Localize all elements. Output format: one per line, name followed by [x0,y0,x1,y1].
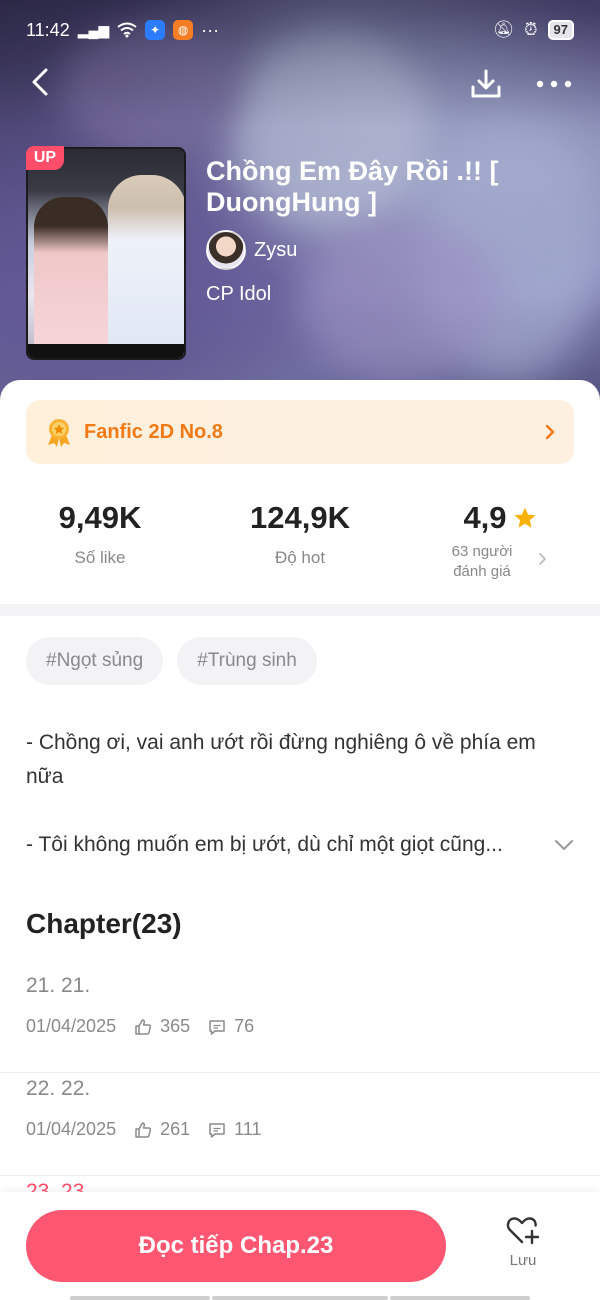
download-icon [471,69,501,98]
alarm-icon: ⏰︎ [524,20,538,39]
likes-value: 9,49K [58,500,142,535]
detail-sheet: Fanfic 2D No.8 9,49K Số like 124,9K Độ h… [0,380,600,1300]
book-title: Chồng Em Đây Rồi .!! [ DuongHung ] [206,156,499,217]
chapter-name: 21. 21. [26,974,91,997]
chapter-date: 01/04/2025 [26,1016,117,1036]
heart-add-icon [506,1217,540,1245]
author-name: Zysu [254,238,298,261]
chapter-comments: 111 [234,1119,262,1139]
thumbs-up-icon [134,1121,152,1139]
thumbs-up-icon [134,1018,152,1036]
medal-icon [48,419,70,447]
chevron-right-icon [545,424,555,440]
hot-label: Độ hot [274,548,326,567]
chapter-heading: Chapter(23) [26,908,182,939]
messenger-icon: ✦ [145,20,166,40]
vibrate-off-icon: 🔕︎ [492,20,515,39]
wifi-icon [117,22,137,38]
description: - Chồng ơi, vai anh ướt rồi đừng nghiêng… [26,726,574,862]
download-button[interactable] [466,64,506,104]
ranking-label: Fanfic 2D No.8 [84,420,223,443]
comment-icon [208,1121,226,1139]
stats-row: 9,49K Số like 124,9K Độ hot 4,9 63 người… [0,480,600,590]
back-button[interactable] [22,64,58,100]
expand-chevron-icon[interactable] [554,839,574,851]
chapter-likes: 261 [160,1119,191,1139]
book-cover[interactable] [26,147,186,360]
chapter-name: 22. 22. [26,1077,91,1100]
nav-gesture-bar [70,1296,210,1300]
tag-list: #Ngọt sủng #Trùng sinh [26,637,317,685]
tag-chip[interactable]: #Trùng sinh [177,637,317,685]
chapter-date: 01/04/2025 [26,1119,117,1139]
nav-gesture-bar [390,1296,530,1300]
clock: 11:42 [26,19,70,40]
top-nav [0,58,600,108]
likes-stat: 9,49K Số like [0,500,200,568]
chapter-likes: 365 [160,1016,191,1036]
ranking-banner[interactable]: Fanfic 2D No.8 [26,400,574,464]
chevron-right-icon [539,553,547,565]
author-link[interactable]: Zysu [206,230,297,270]
chapter-item[interactable]: 22. 22. 01/04/2025 261 111 [0,1073,600,1176]
star-icon [513,507,536,528]
more-options-button[interactable] [532,64,576,104]
status-bar: 11:42 ▂▄▆ ✦ ◍ ··· 🔕︎ ⏰︎ 97 [26,14,574,46]
chapter-item[interactable]: 21. 21. 01/04/2025 365 76 [0,970,600,1073]
save-button[interactable]: Lưu [486,1214,560,1284]
likes-label: Số like [74,548,126,567]
rating-value: 4,9 [463,500,507,535]
more-dots-icon [536,80,572,88]
battery-indicator: 97 [547,20,574,40]
comment-icon [208,1018,226,1036]
author-avatar [206,230,246,270]
rating-count: 63 người [451,543,513,560]
chapter-comments: 76 [234,1016,255,1036]
rating-stat[interactable]: 4,9 63 người đánh giá [400,500,600,582]
continue-reading-button[interactable]: Đọc tiếp Chap.23 [26,1210,446,1282]
save-label: Lưu [509,1252,537,1269]
description-line: - Chồng ơi, vai anh ướt rồi đừng nghiêng… [26,731,536,788]
bottom-action-bar: Đọc tiếp Chap.23 Lưu [0,1192,600,1300]
nav-gesture-bar [212,1296,388,1300]
description-line: - Tôi không muốn em bị ướt, dù chỉ một g… [26,833,503,856]
signal-icon: ▂▄▆ [77,21,110,38]
book-category[interactable]: CP Idol [206,283,271,306]
hot-value: 124,9K [250,500,350,535]
rating-label: đánh giá [453,563,511,580]
app-notification-icon: ◍ [173,20,194,40]
update-badge: UP [26,146,64,170]
back-arrow-icon [32,68,48,96]
hot-stat: 124,9K Độ hot [200,500,400,568]
more-notifications-icon: ··· [201,19,220,40]
section-divider [0,604,600,616]
tag-chip[interactable]: #Ngọt sủng [26,637,164,685]
